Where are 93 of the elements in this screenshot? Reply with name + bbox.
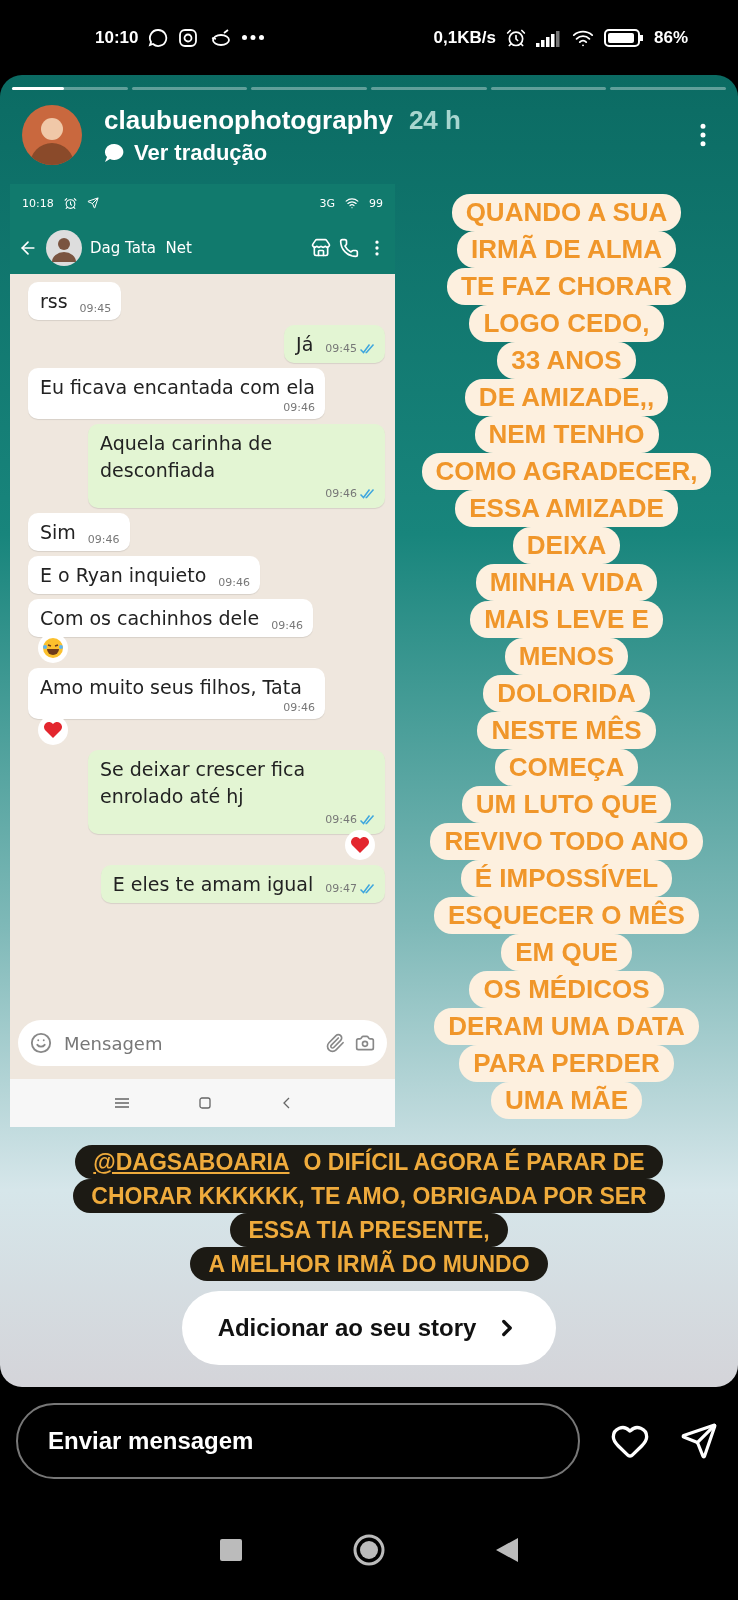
story-text-line: DEIXA bbox=[512, 527, 621, 564]
message-text: Eu ficava encantada com ela bbox=[40, 375, 315, 400]
message-time: 09:46 bbox=[271, 619, 303, 632]
message-time: 09:47 bbox=[325, 882, 357, 895]
more-icon bbox=[242, 35, 265, 40]
message-text: rss bbox=[40, 289, 68, 314]
recents-icon[interactable] bbox=[220, 1538, 242, 1561]
read-ticks-icon bbox=[360, 489, 375, 499]
caption-text: ESSA TIA PRESENTE, bbox=[248, 1216, 490, 1245]
story-text-line: COMO AGRADECER, bbox=[421, 453, 712, 490]
read-ticks-icon bbox=[360, 344, 375, 354]
chat-status-time: 10:18 bbox=[22, 196, 54, 210]
phone-icon[interactable] bbox=[339, 238, 359, 258]
story-text-line: REVIVO TODO ANO bbox=[430, 823, 703, 860]
camera-outline-icon bbox=[178, 27, 199, 48]
alarm-icon bbox=[63, 196, 77, 210]
camera-icon[interactable] bbox=[355, 1033, 375, 1053]
add-to-story-button[interactable]: Adicionar ao seu story bbox=[181, 1291, 557, 1365]
message-time: 09:46 bbox=[283, 401, 315, 414]
message-field[interactable]: Enviar mensagem bbox=[46, 1426, 550, 1456]
story-text-line: DOLORIDA bbox=[483, 675, 650, 712]
story-text-line: 33 ANOS bbox=[497, 342, 636, 379]
story-text-line: EM QUE bbox=[501, 934, 632, 971]
message-text: Já bbox=[296, 332, 314, 357]
message-time: 09:45 bbox=[79, 302, 112, 315]
message-time: 09:46 bbox=[218, 576, 250, 589]
message-text: Se deixar crescer fica enrolado até hj bbox=[100, 757, 307, 809]
send-icon[interactable] bbox=[680, 1422, 718, 1460]
username[interactable]: claubuenophotography bbox=[104, 104, 393, 135]
home-icon[interactable] bbox=[352, 1532, 386, 1567]
wifi-icon bbox=[345, 196, 359, 210]
story-text-line: PARA PERDER bbox=[459, 1045, 674, 1082]
send-icon bbox=[86, 197, 99, 209]
story-text-line: MAIS LEVE E bbox=[470, 601, 663, 638]
back-icon[interactable] bbox=[496, 1537, 518, 1562]
message-text: Sim bbox=[40, 520, 76, 545]
message-text: Com os cachinhos dele bbox=[40, 606, 260, 631]
caption-text: CHORAR KKKKKK, TE AMO, OBRIGADA POR SER bbox=[91, 1182, 647, 1211]
story-text-line: MENOS bbox=[504, 638, 629, 675]
message-text: Amo muito seus filhos, Tata bbox=[40, 675, 302, 700]
translate-link[interactable]: Ver tradução bbox=[134, 139, 268, 166]
story-text-line: IRMÃ DE ALMA bbox=[456, 231, 677, 268]
story-text-line: UM LUTO QUE bbox=[461, 786, 672, 823]
status-time: 10:10 bbox=[95, 27, 139, 48]
mention-link[interactable]: @DAGSABOARIA bbox=[93, 1145, 290, 1179]
speech-bubble-icon bbox=[104, 142, 124, 163]
heart-reaction-icon bbox=[345, 830, 375, 860]
contact-avatar[interactable] bbox=[46, 230, 82, 266]
caption-text: O DIFÍCIL AGORA É PARAR DE bbox=[303, 1147, 645, 1177]
story-text-line: QUANDO A SUA bbox=[451, 194, 682, 231]
message-text: Aquela carinha de desconfiada bbox=[100, 431, 274, 483]
avatar[interactable] bbox=[22, 105, 82, 165]
attach-icon[interactable] bbox=[325, 1033, 345, 1053]
story-text-line: MINHA VIDA bbox=[475, 564, 658, 601]
story-age: 24 h bbox=[408, 104, 461, 135]
message-time: 09:46 bbox=[325, 813, 357, 826]
message-bar[interactable]: Mensagem bbox=[18, 1020, 387, 1066]
story-text-line: OS MÉDICOS bbox=[469, 971, 664, 1008]
contact-name[interactable]: Dag Tata Net bbox=[90, 239, 303, 257]
story-text-line: DE AMIZADE,, bbox=[464, 379, 669, 416]
chat-battery: 99 bbox=[369, 196, 383, 210]
story-text-line: NEM TENHO bbox=[474, 416, 659, 453]
battery-percent: 86% bbox=[653, 27, 688, 48]
reply-bar[interactable]: Enviar mensagem bbox=[16, 1403, 580, 1479]
emoji-icon[interactable] bbox=[30, 1032, 52, 1054]
signal-icon bbox=[535, 28, 562, 47]
chat-bubble-icon bbox=[148, 27, 169, 48]
story-text-line: LOGO CEDO, bbox=[469, 305, 664, 342]
story-text-line: TE FAZ CHORAR bbox=[447, 268, 686, 305]
story-text-line: DERAM UMA DATA bbox=[434, 1008, 699, 1045]
message-input[interactable]: Mensagem bbox=[62, 1031, 315, 1055]
network-type: 3G bbox=[319, 196, 335, 210]
menu-icon[interactable] bbox=[115, 1098, 130, 1108]
message-time: 09:46 bbox=[325, 487, 357, 500]
caption-text: A MELHOR IRMÃ DO MUNDO bbox=[208, 1249, 530, 1279]
network-speed: 0,1KB/s bbox=[433, 27, 496, 48]
story-text-line: NESTE MÊS bbox=[477, 712, 656, 749]
message-time: 09:45 bbox=[325, 342, 357, 355]
store-icon[interactable] bbox=[311, 238, 331, 258]
back-icon[interactable] bbox=[281, 1097, 290, 1109]
battery-icon bbox=[603, 27, 644, 48]
read-ticks-icon bbox=[360, 884, 375, 894]
story-text-line: COMEÇA bbox=[494, 749, 639, 786]
message-text: E o Ryan inquieto bbox=[40, 563, 207, 588]
story-text-line: UMA MÃE bbox=[490, 1082, 643, 1119]
message-time: 09:46 bbox=[87, 533, 120, 546]
story-text-line: É IMPOSSÍVEL bbox=[460, 860, 673, 897]
message-text: E eles te amam igual bbox=[112, 872, 314, 897]
alarm-icon bbox=[505, 27, 526, 48]
message-time: 09:46 bbox=[283, 701, 315, 714]
story-text-line: ESSA AMIZADE bbox=[455, 490, 678, 527]
read-ticks-icon bbox=[360, 815, 375, 825]
story-text-line: ESQUECER O MÊS bbox=[434, 897, 699, 934]
